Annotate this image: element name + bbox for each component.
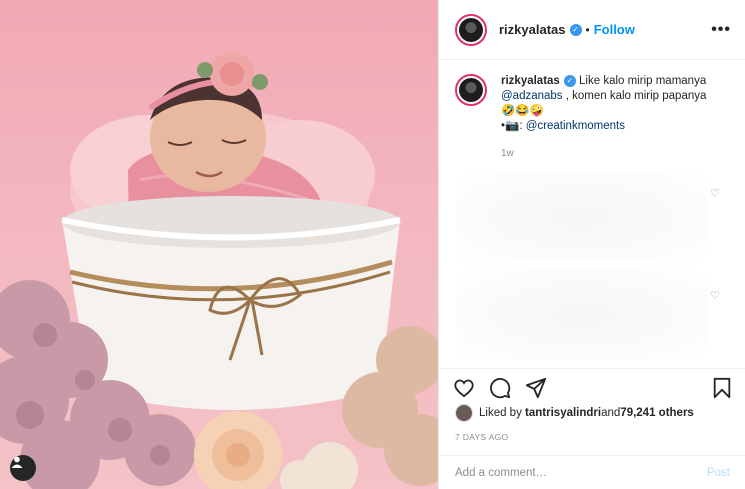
caption-text-1: Like kalo mirip mamanya: [575, 75, 707, 87]
post-timestamp[interactable]: 7 DAYS AGO: [455, 432, 508, 442]
likes-summary: Liked by tantrisyalindri and 79,241 othe…: [455, 404, 694, 422]
post-side-panel: rizkyalatas ✓ • Follow ••• rizkyalatas ✓ …: [438, 0, 745, 489]
bookmark-icon[interactable]: [712, 377, 732, 399]
comment-input[interactable]: [455, 466, 707, 479]
comment-icon[interactable]: [489, 377, 511, 399]
author-username[interactable]: rizkyalatas: [499, 22, 566, 37]
share-icon[interactable]: [525, 377, 547, 399]
comment-like-heart-icon[interactable]: ♡: [710, 187, 720, 200]
more-options-icon[interactable]: •••: [711, 21, 731, 39]
caption-mention-1[interactable]: @adzanabs: [501, 90, 563, 102]
add-comment-bar: Post: [439, 455, 745, 489]
liker-avatar[interactable]: [455, 404, 473, 422]
newborn-photo-illustration: [0, 52, 438, 489]
likes-middle: and: [601, 407, 621, 419]
blurred-comment: [457, 270, 707, 360]
caption-timestamp[interactable]: 1w: [501, 146, 721, 161]
comment-glyph: [490, 377, 511, 398]
blurred-comment: [457, 172, 707, 262]
caption-mention-2[interactable]: @creatinkmoments: [526, 120, 625, 132]
caption-comment: rizkyalatas ✓ Like kalo mirip mamanya @ad…: [455, 74, 730, 161]
post-photo[interactable]: [0, 0, 438, 489]
comment-like-heart-icon[interactable]: ♡: [710, 289, 720, 302]
share-glyph: [525, 377, 547, 398]
verified-badge-icon: ✓: [569, 23, 582, 36]
post-actions-bar: [439, 368, 745, 406]
user-tag-icon[interactable]: [10, 455, 36, 481]
follow-button[interactable]: Follow: [594, 22, 635, 37]
liker-username[interactable]: tantrisyalindri: [525, 407, 601, 419]
heart-glyph: [454, 379, 474, 397]
caption-verified-badge-icon: ✓: [563, 74, 576, 87]
author-avatar[interactable]: [455, 13, 487, 46]
bookmark-glyph: [713, 377, 731, 398]
caption-line-2-prefix: •📷:: [501, 120, 526, 132]
header-separator: •: [585, 22, 590, 37]
heart-icon[interactable]: [453, 378, 475, 398]
likes-count[interactable]: 79,241 others: [620, 407, 694, 419]
caption-body: rizkyalatas ✓ Like kalo mirip mamanya @ad…: [501, 74, 721, 161]
caption-username[interactable]: rizkyalatas: [501, 75, 560, 87]
caption-author-avatar[interactable]: [455, 74, 487, 106]
post-comment-button[interactable]: Post: [707, 467, 730, 479]
comments-section: rizkyalatas ✓ Like kalo mirip mamanya @ad…: [439, 60, 745, 365]
likes-prefix: Liked by: [479, 407, 522, 419]
post-header: rizkyalatas ✓ • Follow •••: [439, 0, 745, 60]
user-tag-glyph: [11, 456, 23, 468]
